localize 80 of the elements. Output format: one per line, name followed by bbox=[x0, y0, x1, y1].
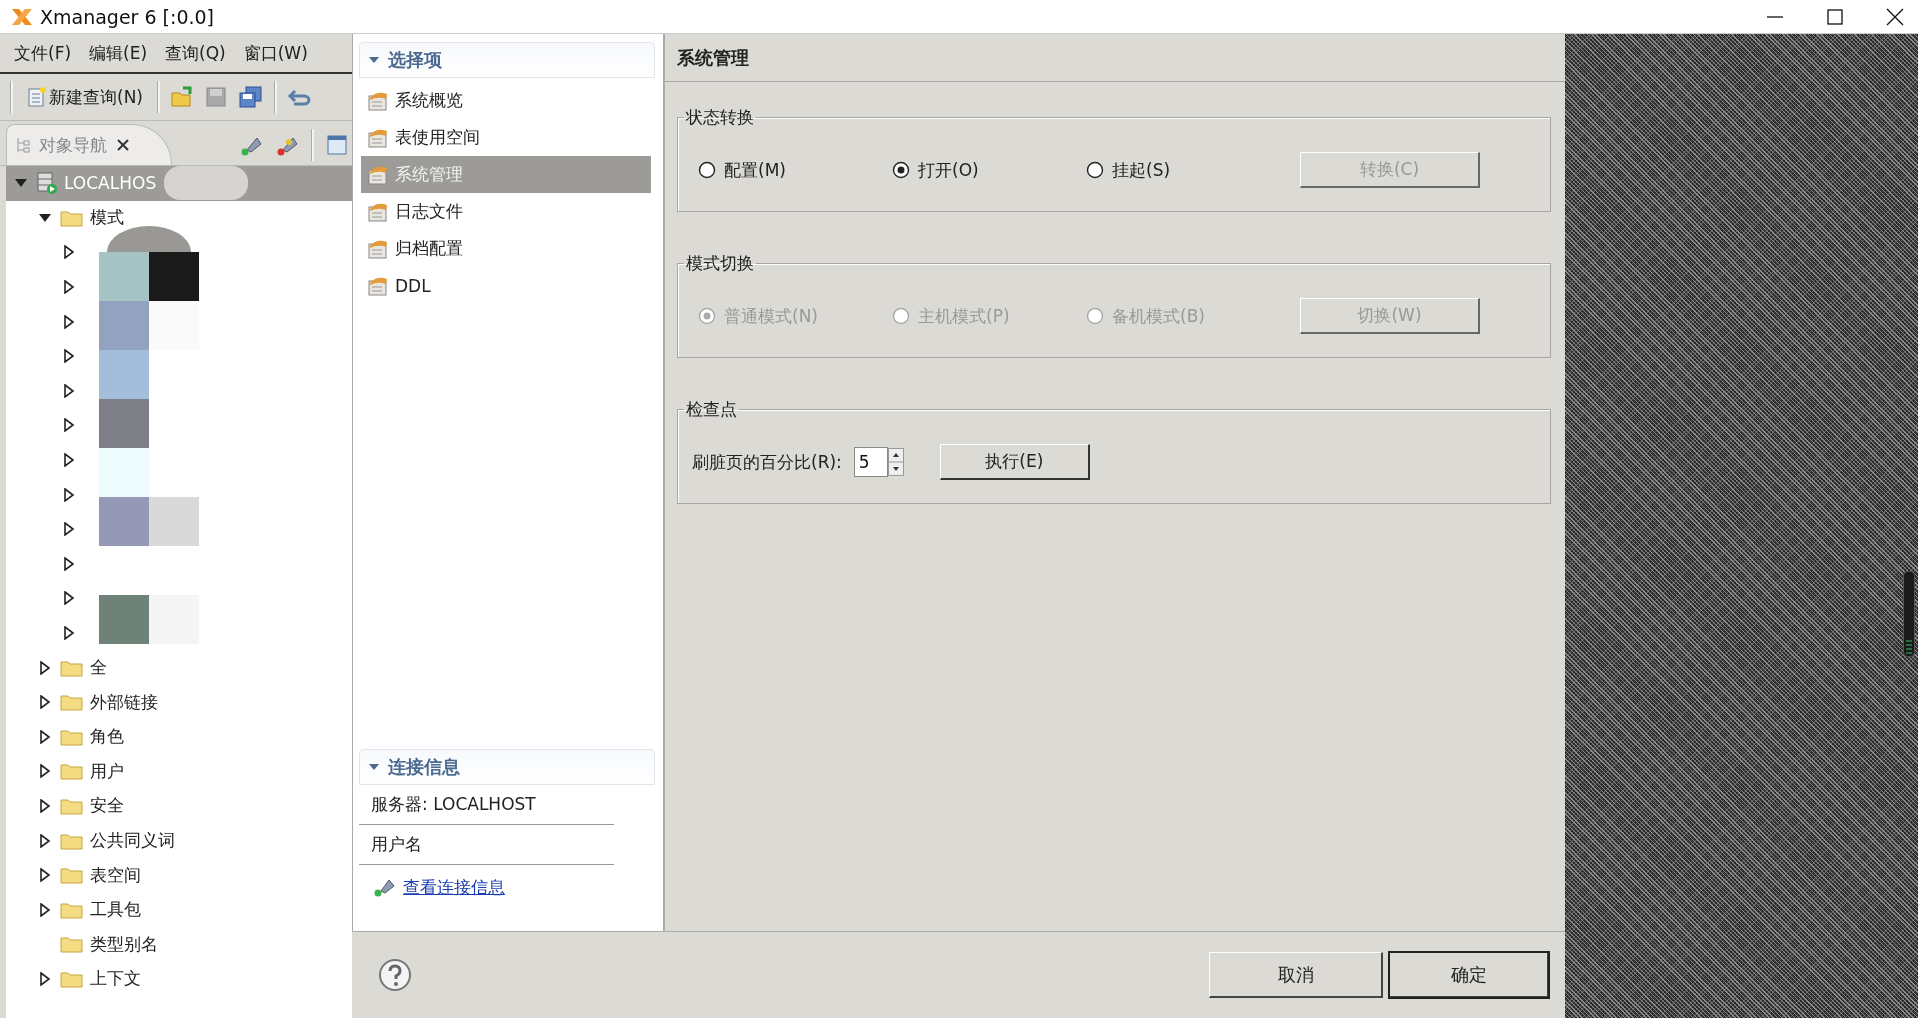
folder-icon bbox=[60, 934, 84, 955]
expand-arrow-icon[interactable] bbox=[38, 729, 52, 744]
expand-arrow-icon[interactable] bbox=[38, 764, 52, 779]
option-item[interactable]: 系统概览 bbox=[361, 82, 651, 119]
tree-item-label[interactable]: 模式 bbox=[90, 206, 124, 230]
option-item[interactable]: DDL bbox=[361, 267, 651, 304]
plug-icon bbox=[373, 877, 395, 897]
connection-info-link[interactable]: 查看连接信息 bbox=[403, 875, 505, 899]
server-field: 服务器: LOCALHOST bbox=[359, 785, 614, 825]
menu-item[interactable]: 窗口(W) bbox=[235, 41, 316, 65]
expand-arrow-icon[interactable] bbox=[62, 453, 76, 468]
radio-option[interactable]: 配置(M) bbox=[698, 158, 892, 182]
close-icon[interactable] bbox=[115, 137, 131, 153]
expand-arrow-icon[interactable] bbox=[38, 902, 52, 917]
spinner-field[interactable]: 5 bbox=[853, 447, 888, 477]
save-all-icon[interactable] bbox=[238, 85, 264, 109]
folder-icon bbox=[60, 865, 84, 886]
expand-arrow-icon[interactable] bbox=[62, 522, 76, 537]
menu-item[interactable]: 编辑(E) bbox=[81, 41, 156, 65]
expand-arrow-icon[interactable] bbox=[38, 833, 52, 848]
option-item[interactable]: 归档配置 bbox=[361, 230, 651, 267]
help-icon[interactable] bbox=[378, 958, 412, 992]
tree-item-label[interactable]: 工具包 bbox=[90, 898, 141, 922]
expand-arrow-icon[interactable] bbox=[62, 314, 76, 329]
expand-arrow-icon[interactable] bbox=[38, 868, 52, 883]
open-folder-icon[interactable] bbox=[170, 85, 194, 109]
expand-arrow-icon[interactable] bbox=[38, 799, 52, 813]
menu-item[interactable]: 文件(F) bbox=[6, 41, 80, 65]
window-title: Xmanager 6 [:0.0] bbox=[40, 5, 215, 28]
folder-icon bbox=[60, 692, 84, 713]
tree-item-label[interactable]: 类型别名 bbox=[90, 932, 158, 956]
option-item[interactable]: 表使用空间 bbox=[361, 119, 651, 156]
expand-arrow-icon[interactable] bbox=[38, 660, 52, 675]
panel-title: 系统管理 bbox=[665, 34, 1565, 82]
section-title: 选择项 bbox=[388, 48, 442, 72]
radio-option[interactable]: 挂起(S) bbox=[1086, 158, 1280, 182]
tree-item-label[interactable]: 角色 bbox=[90, 725, 124, 749]
window-icon[interactable] bbox=[326, 134, 348, 156]
tree-item-label[interactable]: 公共同义词 bbox=[90, 829, 175, 853]
group-title: 模式切换 bbox=[685, 252, 755, 275]
app-logo-icon bbox=[10, 6, 34, 27]
expand-arrow-icon[interactable] bbox=[62, 383, 76, 398]
tree-item-label[interactable]: 表空间 bbox=[90, 863, 141, 887]
spin-arrows-icon bbox=[887, 448, 904, 476]
expand-arrow-icon[interactable] bbox=[62, 591, 76, 606]
tree-item-label[interactable]: 安全 bbox=[90, 794, 124, 818]
option-item[interactable]: 日志文件 bbox=[361, 193, 651, 230]
menu-item[interactable]: 查询(Q) bbox=[157, 41, 234, 65]
tree-item-label[interactable]: 外部链接 bbox=[90, 690, 158, 714]
group-title: 状态转换 bbox=[685, 106, 755, 129]
section-title: 连接信息 bbox=[388, 755, 460, 779]
expand-arrow-icon[interactable] bbox=[62, 556, 76, 571]
expand-arrow-icon[interactable] bbox=[62, 280, 76, 295]
dialog-button[interactable]: 确定 bbox=[1389, 952, 1549, 998]
expand-arrow-icon[interactable] bbox=[62, 418, 76, 433]
folder-icon bbox=[60, 761, 84, 782]
execute-button[interactable]: 执行(E) bbox=[939, 444, 1090, 480]
section-header[interactable]: 连接信息 bbox=[359, 749, 655, 785]
server-icon bbox=[36, 171, 58, 196]
field-label: 刷脏页的百分比(R): bbox=[692, 450, 842, 474]
meter-icon bbox=[1903, 571, 1915, 657]
expand-arrow-icon[interactable] bbox=[62, 245, 76, 260]
radio-option[interactable]: 打开(O) bbox=[892, 158, 1086, 182]
document-icon bbox=[27, 86, 47, 108]
expand-arrow-icon[interactable] bbox=[38, 971, 52, 986]
group-title: 检查点 bbox=[685, 398, 738, 421]
username-field: 用户名 bbox=[359, 825, 614, 865]
tree-item-label[interactable]: 全 bbox=[90, 656, 107, 680]
expand-arrow-icon[interactable] bbox=[38, 695, 52, 710]
expand-arrow-icon[interactable] bbox=[62, 487, 76, 502]
tree-item-label[interactable]: 上下文 bbox=[90, 967, 141, 991]
section-header[interactable]: 选择项 bbox=[359, 42, 655, 78]
new-query-button[interactable]: 新建查询(N) bbox=[23, 81, 147, 113]
tree-item-label[interactable]: 用户 bbox=[90, 759, 124, 783]
expand-arrow-icon[interactable] bbox=[62, 349, 76, 364]
expand-arrow-icon[interactable] bbox=[62, 626, 76, 640]
tab-label: 对象导航 bbox=[39, 133, 107, 157]
folder-icon bbox=[60, 796, 84, 816]
dialog-button[interactable]: 取消 bbox=[1209, 952, 1383, 998]
tree-icon bbox=[15, 136, 31, 154]
